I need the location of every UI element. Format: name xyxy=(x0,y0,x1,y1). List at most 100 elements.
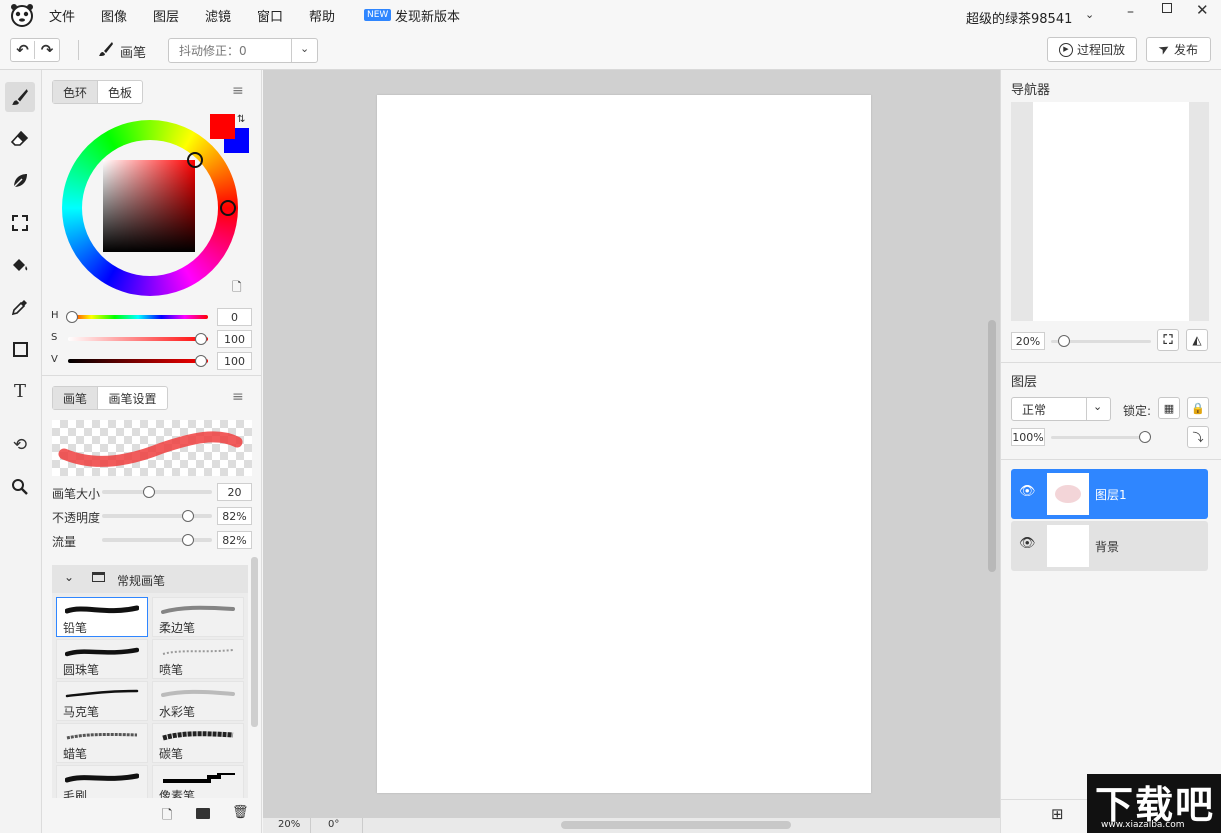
brush-item[interactable]: 铅笔 xyxy=(56,597,148,637)
menu-window[interactable]: 窗口 xyxy=(257,6,283,25)
value-value[interactable]: 100 xyxy=(217,352,252,370)
brush-list-scrollbar[interactable] xyxy=(251,557,258,727)
user-name[interactable]: 超级的绿茶98541 xyxy=(966,8,1072,27)
horizontal-scrollbar[interactable] xyxy=(561,821,791,829)
add-layer-icon[interactable]: ⊞ xyxy=(1051,805,1064,823)
document-icon[interactable]: 🗋 xyxy=(232,278,242,299)
drawing-canvas[interactable] xyxy=(377,95,871,793)
publish-button[interactable]: ➤ 发布 xyxy=(1146,37,1211,62)
saturation-value-square[interactable] xyxy=(103,160,195,252)
layer-row[interactable]: 👁 背景 xyxy=(1011,521,1208,571)
brush-group-name: 常规画笔 xyxy=(117,574,166,588)
menu-icon[interactable]: ≡ xyxy=(232,389,244,405)
layer-row-active[interactable]: 👁 图层1 xyxy=(1011,469,1208,519)
menu-layer[interactable]: 图层 xyxy=(153,6,179,25)
brush-item[interactable]: 水彩笔 xyxy=(152,681,244,721)
brush-size-value[interactable]: 20 xyxy=(217,483,252,501)
lock-transparency-icon[interactable]: ▦ xyxy=(1158,397,1180,419)
smudge-tool[interactable] xyxy=(5,166,35,196)
stabilizer-select[interactable]: 抖动修正：0 ⌄ xyxy=(168,38,318,63)
trash-icon[interactable]: 🗑 xyxy=(232,805,249,820)
chevron-down-icon: ⌄ xyxy=(1093,400,1103,413)
leaf-icon xyxy=(13,174,27,188)
flow-knob[interactable] xyxy=(182,534,194,546)
replay-button[interactable]: ▶ 过程回放 xyxy=(1047,37,1137,62)
sv-picker-handle[interactable] xyxy=(187,152,203,168)
zoom-tool[interactable] xyxy=(5,472,35,502)
brush-item[interactable]: 喷笔 xyxy=(152,639,244,679)
select-tool[interactable] xyxy=(5,208,35,238)
layer-opacity-slider[interactable] xyxy=(1051,436,1146,439)
navigator-zoom-value[interactable]: 20% xyxy=(1011,332,1045,350)
tab-brush[interactable]: 画笔 xyxy=(53,387,97,409)
eye-icon[interactable]: 👁 xyxy=(1019,484,1036,499)
maximize-icon[interactable] xyxy=(1162,3,1172,13)
menu-file[interactable]: 文件 xyxy=(49,6,75,25)
folder-icon[interactable] xyxy=(196,808,210,819)
brush-item[interactable]: 马克笔 xyxy=(56,681,148,721)
brush-tool[interactable] xyxy=(5,82,35,112)
flow-slider[interactable] xyxy=(102,538,212,542)
value-slider-knob[interactable] xyxy=(195,355,207,367)
navigator-title: 导航器 xyxy=(1011,83,1051,98)
new-version-link[interactable]: 发现新版本 xyxy=(395,6,460,25)
hue-slider-knob[interactable] xyxy=(66,311,78,323)
eraser-tool[interactable] xyxy=(5,124,35,154)
hue-picker-handle[interactable] xyxy=(220,200,236,216)
brush-size-knob[interactable] xyxy=(143,486,155,498)
brush-item[interactable]: 柔边笔 xyxy=(152,597,244,637)
fit-screen-icon[interactable]: ⛶ xyxy=(1157,329,1179,351)
eyedropper-tool[interactable] xyxy=(5,292,35,322)
brush-item[interactable]: 碳笔 xyxy=(152,723,244,763)
swap-colors-icon[interactable]: ⇅ xyxy=(237,114,245,125)
brush-group-header[interactable]: ⌄ 常规画笔 xyxy=(52,565,248,593)
hue-value[interactable]: 0 xyxy=(217,308,252,326)
layer-name: 图层1 xyxy=(1095,488,1127,502)
tab-brush-settings[interactable]: 画笔设置 xyxy=(97,387,167,409)
brush-item[interactable]: 像素笔 xyxy=(152,765,244,798)
navigator-zoom-knob[interactable] xyxy=(1058,335,1070,347)
brush-item[interactable]: 毛刷 xyxy=(56,765,148,798)
flow-value[interactable]: 82% xyxy=(217,531,252,549)
lock-icon[interactable]: 🔒 xyxy=(1187,397,1209,419)
navigator-preview[interactable] xyxy=(1011,102,1209,321)
color-tabs: 色环 色板 xyxy=(52,80,143,104)
saturation-slider-knob[interactable] xyxy=(195,333,207,345)
saturation-value[interactable]: 100 xyxy=(217,330,252,348)
minimize-icon[interactable]: – xyxy=(1127,4,1141,20)
tab-color-wheel[interactable]: 色环 xyxy=(53,81,97,103)
opacity-slider[interactable] xyxy=(102,514,212,518)
opacity-knob[interactable] xyxy=(182,510,194,522)
eye-icon[interactable]: 👁 xyxy=(1019,536,1036,551)
brush-item[interactable]: 圆珠笔 xyxy=(56,639,148,679)
merge-down-icon[interactable]: ⤵ xyxy=(1187,426,1209,448)
value-slider[interactable] xyxy=(68,359,208,363)
brush-size-slider[interactable] xyxy=(102,490,212,494)
layer-opacity-knob[interactable] xyxy=(1139,431,1151,443)
layer-opacity-value[interactable]: 100% xyxy=(1011,428,1045,446)
saturation-slider[interactable] xyxy=(68,337,208,341)
menu-help[interactable]: 帮助 xyxy=(309,6,335,25)
text-tool[interactable]: T xyxy=(5,376,35,406)
new-brush-icon[interactable]: 🗋 xyxy=(162,806,172,828)
hue-slider[interactable] xyxy=(68,315,208,319)
opacity-value[interactable]: 82% xyxy=(217,507,252,525)
tab-palette[interactable]: 色板 xyxy=(97,81,142,103)
chevron-down-icon[interactable]: ⌄ xyxy=(1085,8,1094,21)
blend-mode-select[interactable]: 正常 ⌄ xyxy=(1011,397,1111,421)
menu-filter[interactable]: 滤镜 xyxy=(205,6,231,25)
fill-tool[interactable] xyxy=(5,250,35,280)
flip-icon[interactable]: ◭ xyxy=(1186,329,1208,351)
undo-icon[interactable]: ↶ xyxy=(11,41,35,59)
menu-image[interactable]: 图像 xyxy=(101,6,127,25)
shape-tool[interactable] xyxy=(5,334,35,364)
toolbar-divider xyxy=(78,40,79,60)
foreground-color-swatch[interactable] xyxy=(210,114,235,139)
transform-tool[interactable]: ⟲ xyxy=(5,430,35,460)
vertical-scrollbar[interactable] xyxy=(988,320,996,572)
menu-icon[interactable]: ≡ xyxy=(232,83,244,99)
close-icon[interactable]: ✕ xyxy=(1196,1,1209,19)
brush-item[interactable]: 蜡笔 xyxy=(56,723,148,763)
redo-icon[interactable]: ↷ xyxy=(35,41,59,59)
new-badge: NEW xyxy=(364,9,392,21)
